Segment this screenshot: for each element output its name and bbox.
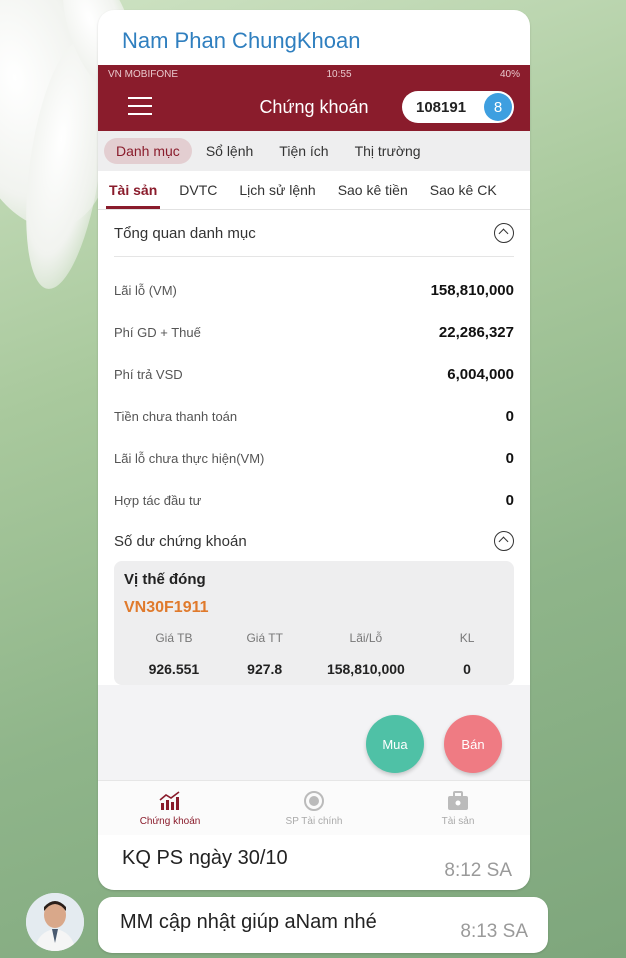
row-label: Phí trả VSD [114,366,183,382]
avatar[interactable] [26,893,84,951]
row-value: 0 [505,491,514,509]
overview-row: Phí trả VSD 6,004,000 [114,353,514,395]
message-bubble-image[interactable]: Nam Phan ChungKhoan VN MOBIFONE 10:55 40… [98,10,530,890]
app-bar: Chứng khoán 108191 8 [98,83,530,131]
overview-rows: Lãi lỗ (VM) 158,810,000 Phí GD + Thuế 22,2… [114,257,514,521]
row-label: Tiền chưa thanh toán [114,408,238,424]
collapse-icon[interactable] [494,531,514,551]
overview-row: Lãi lỗ (VM) 158,810,000 [114,269,514,311]
briefcase-icon [448,790,468,810]
tab-sao-ke-ck[interactable]: Sao kê CK [419,171,508,209]
tab-thi-truong[interactable]: Thị trường [343,138,433,164]
main-tabs: Danh mục Sổ lệnh Tiện ích Thị trường [98,131,530,171]
message-text: MM cập nhật giúp aNam nhé [120,911,377,933]
row-value: 6,004,000 [447,365,514,383]
tab-so-lenh[interactable]: Sổ lệnh [194,138,265,164]
row-label: Lãi lỗ (VM) [114,282,177,298]
sell-button[interactable]: Bán [444,715,502,773]
security-code: VN30F1911 [124,599,209,616]
sender-name[interactable]: Nam Phan ChungKhoan [122,28,361,54]
tab-tien-ich[interactable]: Tiện ích [267,138,340,164]
message-time: 8:12 SA [444,860,512,881]
closed-position-card[interactable]: Vị thế đóng VN30F1911 Giá TB Giá TT Lãi/… [114,561,514,685]
message-caption: KQ PS ngày 30/10 [122,847,288,869]
nav-chung-khoan[interactable]: Chứng khoán [98,781,242,835]
message-bubble-text[interactable]: MM cập nhật giúp aNam nhé 8:13 SA [98,897,548,953]
row-label: Hợp tác đầu tư [114,492,202,508]
status-bar: VN MOBIFONE 10:55 40% [98,65,530,83]
row-label: Phí GD + Thuế [114,324,201,340]
cell-value: 0 [463,661,471,677]
collapse-icon[interactable] [494,223,514,243]
row-value: 22,286,327 [438,323,514,341]
message-time: 8:13 SA [460,921,528,942]
account-selector[interactable]: 108191 8 [402,91,514,123]
column-header: Lãi/Lỗ [349,631,383,645]
portfolio-content: Tổng quan danh mục Lãi lỗ (VM) 158,810,00… [98,210,530,685]
nav-tai-san[interactable]: Tài sản [386,781,530,835]
chart-icon [159,790,180,810]
nav-sp-tai-chinh[interactable]: SP Tài chính [242,781,386,835]
carrier-label: VN MOBIFONE [108,68,179,80]
column-header: Giá TB [155,631,193,645]
tab-lich-su-lenh[interactable]: Lịch sử lệnh [228,171,326,209]
account-badge: 8 [484,93,512,121]
tab-dvtc[interactable]: DVTC [168,171,228,209]
position-title: Vị thế đóng [124,571,206,588]
tab-danh-muc[interactable]: Danh mục [104,138,192,164]
sub-tabs: Tài sản DVTC Lịch sử lệnh Sao kê tiền Sa… [98,171,530,210]
row-label: Lãi lỗ chưa thực hiện(VM) [114,450,265,466]
nav-label: Chứng khoán [139,815,201,827]
nav-label: Tài sản [441,815,475,827]
overview-row: Lãi lỗ chưa thực hiện(VM) 0 [114,437,514,479]
cell-value: 927.8 [247,661,283,677]
account-number: 108191 [416,98,467,116]
buy-button[interactable]: Mua [366,715,424,773]
holdings-title: Số dư chứng khoán [114,532,247,550]
clock-label: 10:55 [326,68,352,80]
coin-icon [304,790,324,811]
overview-row: Phí GD + Thuế 22,286,327 [114,311,514,353]
cell-value: 158,810,000 [326,661,405,677]
overview-row: Tiền chưa thanh toán 0 [114,395,514,437]
row-value: 0 [505,407,514,425]
column-header: KL [459,631,475,645]
row-value: 158,810,000 [430,281,514,299]
tab-tai-san[interactable]: Tài sản [98,171,168,209]
bottom-nav: Chứng khoán SP Tài chính Tài sản [98,780,530,835]
overview-row: Hợp tác đầu tư 0 [114,479,514,521]
row-value: 0 [505,449,514,467]
screenshot-image[interactable]: VN MOBIFONE 10:55 40% Chứng khoán 108191… [98,65,530,835]
tab-sao-ke-tien[interactable]: Sao kê tiền [327,171,419,209]
position-table: Giá TB Giá TT Lãi/Lỗ KL 926.551 927.8 15… [114,631,514,677]
battery-label: 40% [499,68,520,80]
overview-title: Tổng quan danh mục [114,224,256,242]
holdings-header[interactable]: Số dư chứng khoán [114,521,514,561]
avatar-image [26,893,84,951]
column-header: Giá TT [246,631,283,645]
cell-value: 926.551 [148,661,200,677]
overview-header[interactable]: Tổng quan danh mục [114,210,514,257]
nav-label: SP Tài chính [285,815,343,827]
